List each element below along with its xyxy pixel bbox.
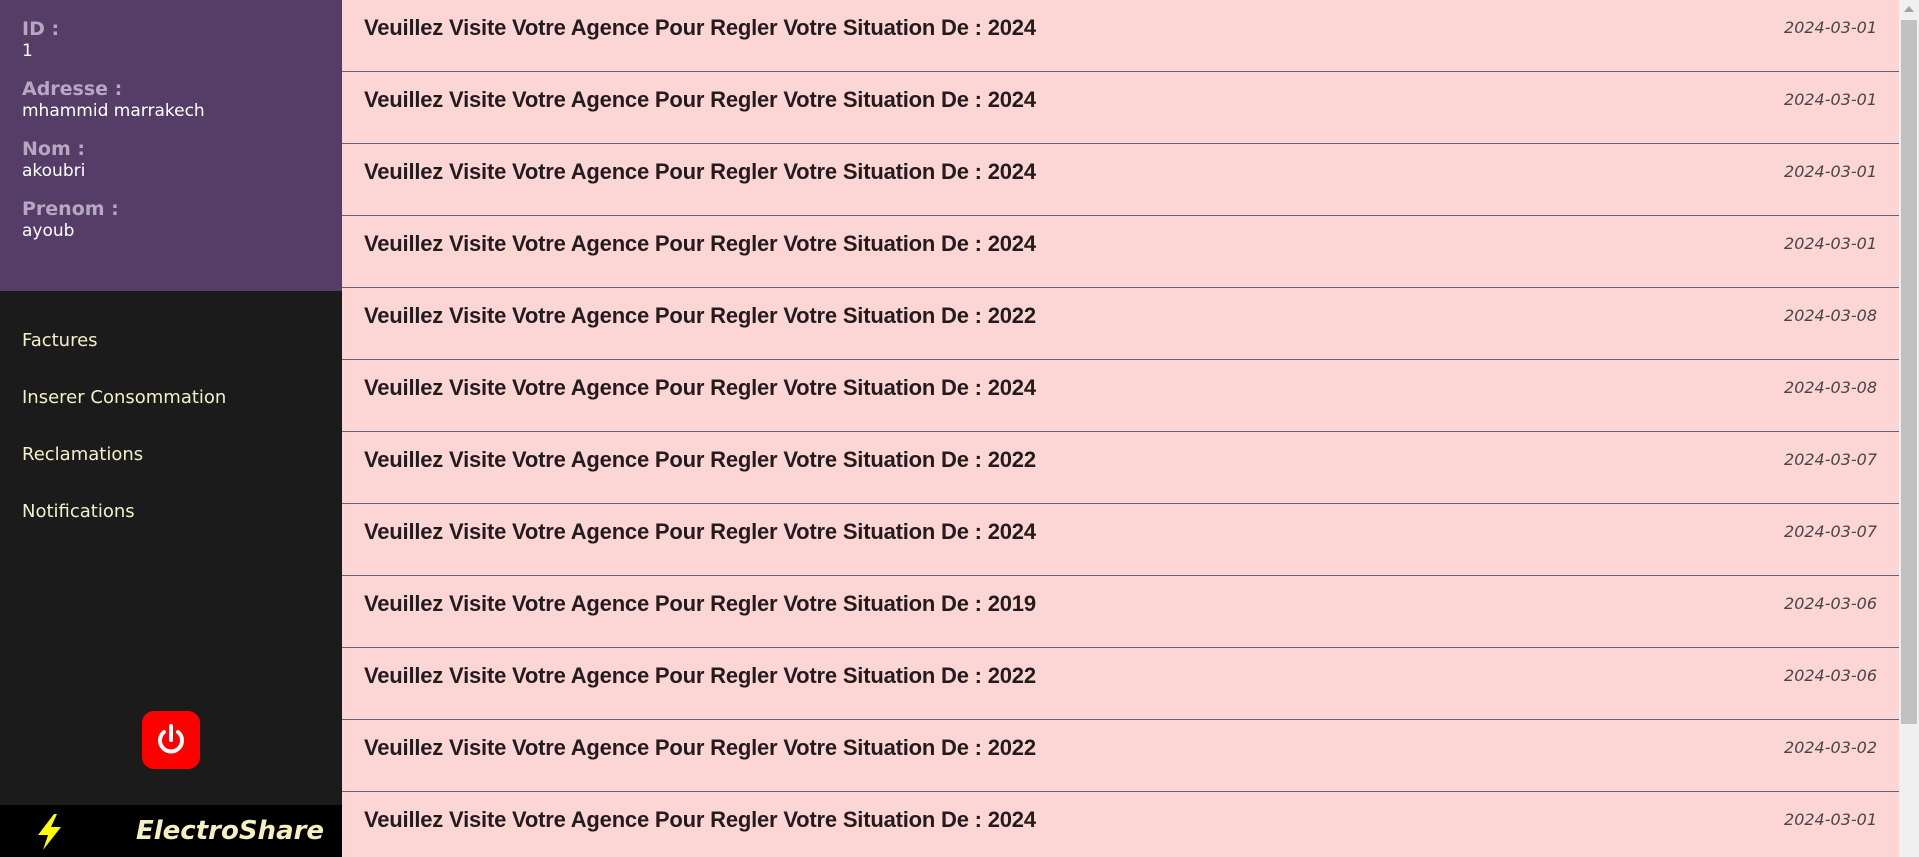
notification-message: Veuillez Visite Votre Agence Pour Regler… (364, 807, 1036, 832)
sidebar: ID : 1 Adresse : mhammid marrakech Nom :… (0, 0, 342, 857)
list-item[interactable]: Veuillez Visite Votre Agence Pour Regler… (342, 72, 1899, 144)
notification-message: Veuillez Visite Votre Agence Pour Regler… (364, 375, 1036, 400)
notification-message: Veuillez Visite Votre Agence Pour Regler… (364, 591, 1036, 616)
notification-date: 2024-03-01 (1784, 162, 1877, 181)
list-item[interactable]: Veuillez Visite Votre Agence Pour Regler… (342, 576, 1899, 648)
notification-date: 2024-03-08 (1784, 378, 1877, 397)
notification-date: 2024-03-06 (1784, 594, 1877, 613)
notification-date: 2024-03-01 (1784, 18, 1877, 37)
notification-message: Veuillez Visite Votre Agence Pour Regler… (364, 447, 1036, 472)
notification-message: Veuillez Visite Votre Agence Pour Regler… (364, 519, 1036, 544)
power-icon (158, 724, 184, 754)
id-value: 1 (22, 41, 33, 61)
notification-message: Veuillez Visite Votre Agence Pour Regler… (364, 303, 1036, 328)
list-item[interactable]: Veuillez Visite Votre Agence Pour Regler… (342, 720, 1899, 792)
list-item[interactable]: Veuillez Visite Votre Agence Pour Regler… (342, 432, 1899, 504)
sidebar-item-reclamations[interactable]: Reclamations (0, 432, 342, 489)
list-item[interactable]: Veuillez Visite Votre Agence Pour Regler… (342, 360, 1899, 432)
app-window: ID : 1 Adresse : mhammid marrakech Nom :… (0, 0, 1919, 857)
notification-message: Veuillez Visite Votre Agence Pour Regler… (364, 15, 1036, 40)
notification-message: Veuillez Visite Votre Agence Pour Regler… (364, 231, 1036, 256)
notification-message: Veuillez Visite Votre Agence Pour Regler… (364, 159, 1036, 184)
list-item[interactable]: Veuillez Visite Votre Agence Pour Regler… (342, 144, 1899, 216)
logout-button[interactable] (142, 711, 200, 769)
notification-message: Veuillez Visite Votre Agence Pour Regler… (364, 87, 1036, 112)
notifications-list: Veuillez Visite Votre Agence Pour Regler… (342, 0, 1899, 857)
notification-date: 2024-03-02 (1784, 738, 1877, 757)
list-item[interactable]: Veuillez Visite Votre Agence Pour Regler… (342, 216, 1899, 288)
address-label: Adresse : (22, 78, 123, 100)
scroll-up-arrow-icon[interactable] (1904, 6, 1914, 12)
notification-message: Veuillez Visite Votre Agence Pour Regler… (364, 663, 1036, 688)
list-item[interactable]: Veuillez Visite Votre Agence Pour Regler… (342, 648, 1899, 720)
list-item[interactable]: Veuillez Visite Votre Agence Pour Regler… (342, 0, 1899, 72)
notification-date: 2024-03-01 (1784, 810, 1877, 829)
nom-value: akoubri (22, 161, 86, 181)
scrollbar-thumb[interactable] (1901, 20, 1917, 724)
prenom-label: Prenom : (22, 198, 119, 220)
profile-nom: Nom : akoubri (22, 138, 342, 182)
notification-date: 2024-03-07 (1784, 522, 1877, 541)
brand-name: ElectroShare (136, 816, 325, 846)
sidebar-item-inserer-consommation[interactable]: Inserer Consommation (0, 375, 342, 432)
notification-date: 2024-03-01 (1784, 234, 1877, 253)
nom-label: Nom : (22, 138, 85, 160)
notification-date: 2024-03-07 (1784, 450, 1877, 469)
profile-panel: ID : 1 Adresse : mhammid marrakech Nom :… (0, 0, 342, 291)
notification-date: 2024-03-08 (1784, 306, 1877, 325)
id-label: ID : (22, 18, 60, 40)
sidebar-nav: Factures Inserer Consommation Reclamatio… (0, 318, 342, 546)
profile-address: Adresse : mhammid marrakech (22, 78, 342, 122)
sidebar-item-notifications[interactable]: Notifications (0, 489, 342, 546)
profile-prenom: Prenom : ayoub (22, 198, 342, 242)
sidebar-item-factures[interactable]: Factures (0, 318, 342, 375)
brand-bar: ElectroShare (0, 805, 342, 857)
list-item[interactable]: Veuillez Visite Votre Agence Pour Regler… (342, 792, 1899, 857)
profile-id: ID : 1 (22, 18, 342, 62)
address-value: mhammid marrakech (22, 101, 205, 121)
list-item[interactable]: Veuillez Visite Votre Agence Pour Regler… (342, 504, 1899, 576)
vertical-scrollbar[interactable] (1899, 0, 1919, 857)
list-item[interactable]: Veuillez Visite Votre Agence Pour Regler… (342, 288, 1899, 360)
lightning-bolt-icon (38, 814, 61, 850)
notification-date: 2024-03-06 (1784, 666, 1877, 685)
notification-date: 2024-03-01 (1784, 90, 1877, 109)
notification-message: Veuillez Visite Votre Agence Pour Regler… (364, 735, 1036, 760)
prenom-value: ayoub (22, 221, 75, 241)
